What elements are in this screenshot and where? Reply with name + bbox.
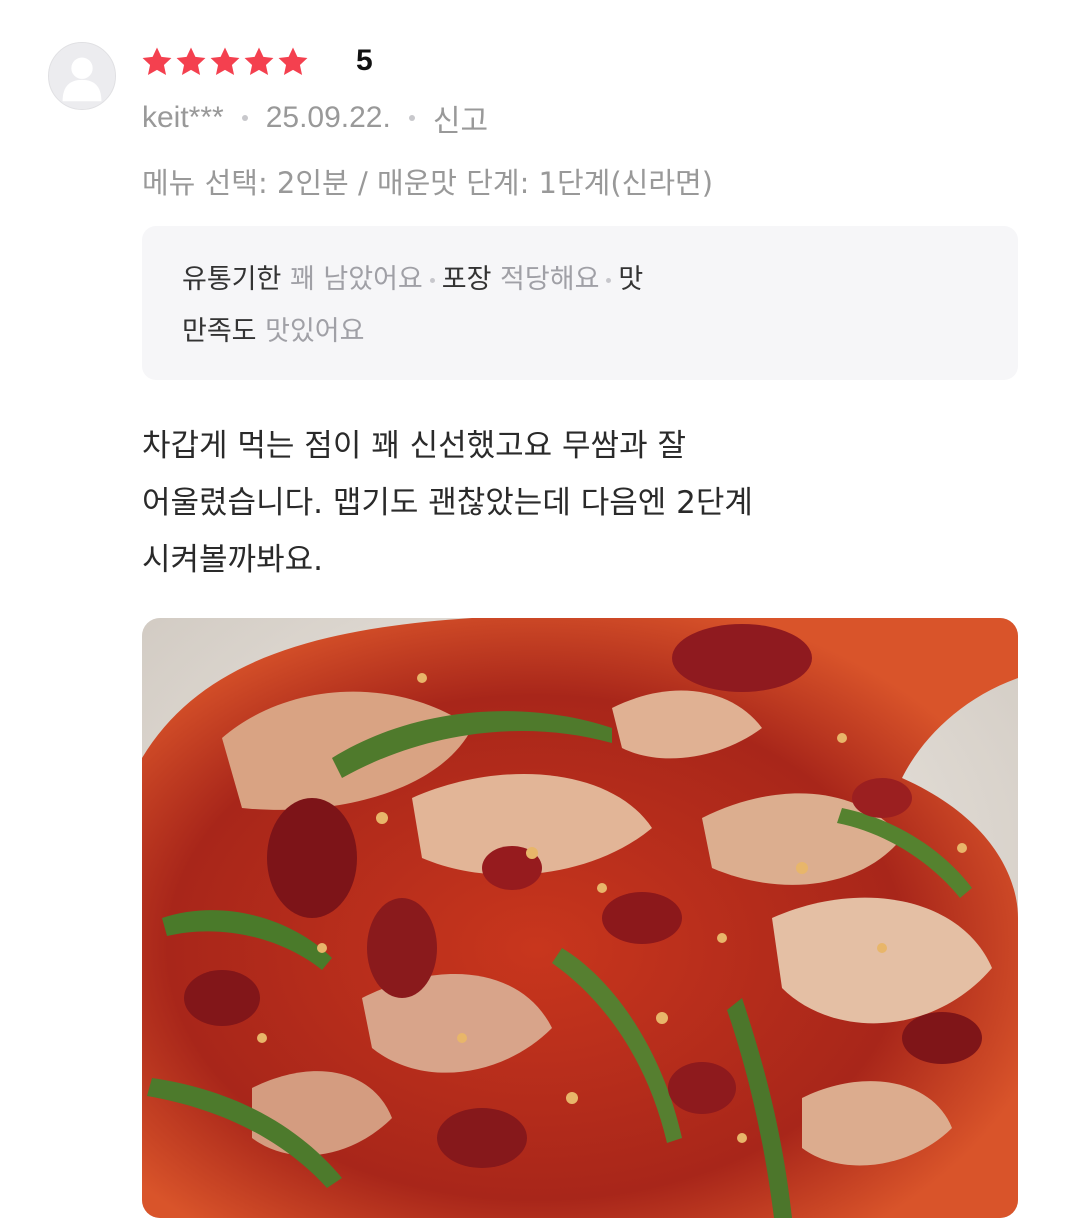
tag-key: 맛 [618, 264, 644, 295]
tag-key: 유통기한 [182, 264, 282, 295]
star-rating [140, 40, 310, 84]
tag-key: 만족도 [182, 316, 257, 347]
star-icon [140, 45, 174, 79]
rating-score: 5 [356, 44, 373, 77]
review-meta: keit*** 25.09.22. 신고 [142, 96, 488, 140]
tag-line: 만족도 맛있어요 [182, 306, 978, 358]
review-body: 차갑게 먹는 점이 꽤 신선했고요 무쌈과 잘 어울렸습니다. 맵기도 괜찮았는… [142, 418, 1002, 589]
separator-dot [241, 115, 248, 121]
tag-value: 꽤 남았어요 [289, 264, 423, 295]
star-icon [208, 45, 242, 79]
separator-dot [429, 278, 435, 283]
evaluation-tags: 유통기한 꽤 남았어요 포장 적당해요 맛 만족도 맛있어요 [142, 226, 1018, 380]
tag-line: 유통기한 꽤 남았어요 포장 적당해요 맛 [182, 254, 978, 306]
review-date: 25.09.22. [265, 101, 391, 134]
separator-dot [408, 115, 415, 121]
star-icon [174, 45, 208, 79]
tag-value: 적당해요 [500, 264, 600, 295]
review-text-line: 어울렸습니다. 맵기도 괜찮았는데 다음엔 2단계 [142, 485, 753, 521]
default-user-icon [49, 43, 115, 109]
tag-value: 맛있어요 [265, 316, 365, 347]
tag-key: 포장 [441, 264, 492, 295]
avatar[interactable] [48, 42, 116, 110]
report-link[interactable]: 신고 [433, 96, 488, 140]
star-icon [242, 45, 276, 79]
user-name: keit*** [142, 101, 224, 134]
star-icon [276, 45, 310, 79]
review-text-line: 차갑게 먹는 점이 꽤 신선했고요 무쌈과 잘 [142, 428, 686, 464]
separator-dot [606, 278, 612, 283]
food-photo-image [142, 618, 1018, 1218]
option-selection: 메뉴 선택: 2인분 / 매운맛 단계: 1단계(신라면) [142, 166, 714, 200]
review-text-line: 시켜볼까봐요. [142, 542, 323, 578]
review-photo[interactable] [142, 618, 1018, 1218]
